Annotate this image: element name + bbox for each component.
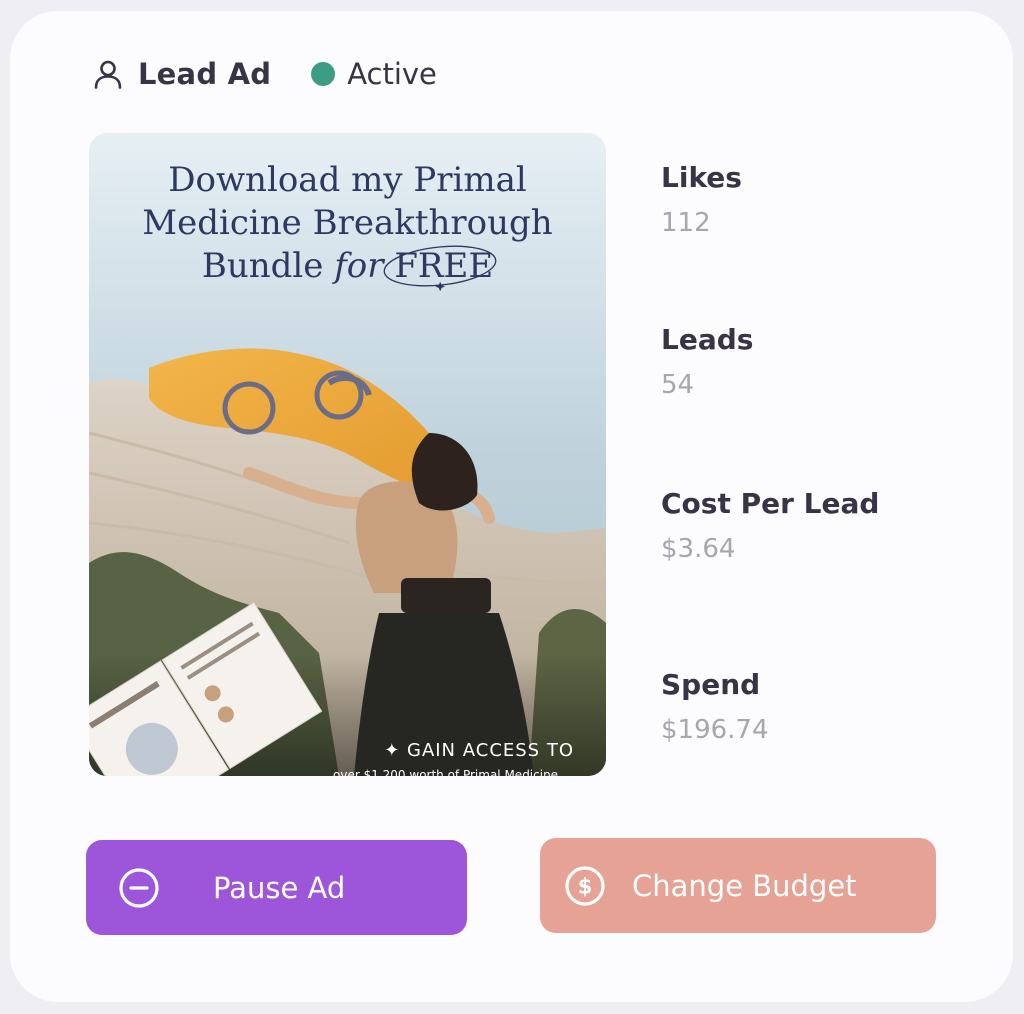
ad-headline-for: for <box>334 246 384 286</box>
ad-subcta-text: over $1,200 worth of Primal Medicine <box>333 768 559 776</box>
minus-circle-icon <box>117 866 161 910</box>
change-budget-label: Change Budget <box>632 868 857 903</box>
stat-spend-value: $196.74 <box>661 715 769 745</box>
ad-headline-free: FREE <box>383 245 497 291</box>
stat-cost-per-lead: Cost Per Lead $3.64 <box>661 486 879 566</box>
stat-leads-label: Leads <box>661 323 754 356</box>
change-budget-button[interactable]: $ Change Budget <box>540 838 936 933</box>
stat-likes-label: Likes <box>661 161 742 194</box>
ad-creative-image[interactable]: Download my Primal Medicine Breakthrough… <box>89 133 606 776</box>
stat-spend-label: Spend <box>661 668 761 701</box>
ad-header: Lead Ad Active <box>92 54 437 94</box>
ad-headline: Download my Primal Medicine Breakthrough… <box>89 159 606 291</box>
ad-headline-bundle: Bundle <box>201 246 335 286</box>
stat-likes-value: 112 <box>661 208 711 238</box>
status-dot-icon <box>311 62 336 86</box>
ad-headline-line-2: Medicine Breakthrough <box>142 203 553 243</box>
svg-text:$: $ <box>578 874 593 898</box>
dollar-circle-icon: $ <box>563 864 607 908</box>
ad-headline-line-3: Bundle for FREE <box>89 245 606 291</box>
stat-likes: Likes 112 <box>661 160 742 240</box>
ad-cta-text: ✦ GAIN ACCESS TO <box>384 740 574 761</box>
ad-headline-line-1: Download my Primal <box>168 160 527 200</box>
pause-ad-button[interactable]: Pause Ad <box>86 840 467 935</box>
stat-cost-per-lead-value: $3.64 <box>661 534 736 564</box>
stat-leads: Leads 54 <box>661 322 753 402</box>
free-circle-decoration <box>383 245 497 291</box>
stat-cost-per-lead-label: Cost Per Lead <box>661 487 880 520</box>
stat-leads-value: 54 <box>661 370 695 400</box>
pause-ad-label: Pause Ad <box>213 870 346 905</box>
ad-type-label: Lead Ad <box>138 57 272 91</box>
status-label: Active <box>347 57 437 91</box>
stat-spend: Spend $196.74 <box>661 667 769 747</box>
user-icon <box>92 58 124 90</box>
